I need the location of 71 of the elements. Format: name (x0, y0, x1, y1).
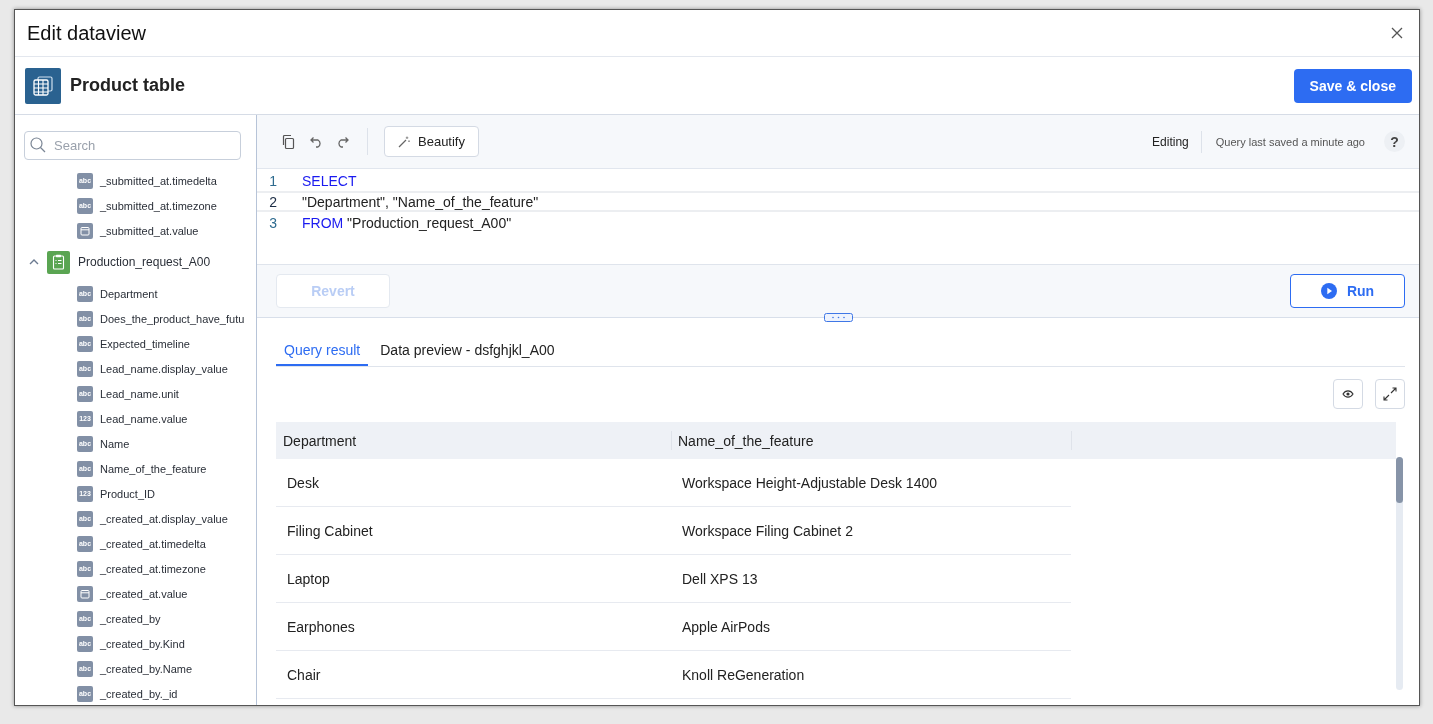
table-cell: Desk (276, 459, 671, 507)
line-number: 1 (268, 172, 278, 189)
table-cell: Chair (276, 650, 671, 699)
line-number: 2 (268, 193, 278, 210)
table-cell: Apple AirPods (671, 602, 1071, 651)
field-label: Lead_name.display_value (100, 362, 228, 375)
field-label: _created_by (100, 612, 161, 625)
save-close-button[interactable]: Save & close (1293, 68, 1412, 103)
editing-status: Editing (1152, 130, 1202, 153)
beautify-button[interactable]: Beautify (384, 126, 479, 157)
table-cell: Dell XPS 13 (671, 554, 1071, 603)
expand-icon (1383, 387, 1397, 401)
table-cell: Workspace Filing Cabinet 2 (671, 506, 1071, 555)
expand-button[interactable] (1375, 379, 1405, 409)
table-cell: Filing Cabinet (276, 506, 671, 555)
field-label: _created_by._id (100, 687, 178, 700)
resize-handle[interactable] (824, 313, 853, 322)
help-button[interactable]: ? (1384, 131, 1405, 152)
search-icon (30, 137, 46, 153)
copy-icon (281, 133, 297, 150)
run-button[interactable]: Run (1290, 274, 1405, 308)
field-label: _submitted_at.timezone (100, 199, 217, 212)
table-icon (25, 67, 61, 104)
scrollbar[interactable] (1396, 457, 1403, 690)
line-number: 3 (268, 214, 278, 231)
field-label: Product_ID (100, 487, 156, 500)
search-field[interactable]: Search (24, 131, 241, 160)
wand-icon (398, 135, 410, 148)
copy-button[interactable] (281, 133, 297, 150)
column-header[interactable]: Department (276, 422, 671, 459)
table-cell: Workspace Height-Adjustable Desk 1400 (671, 459, 1071, 507)
field-label: _created_at.timedelta (100, 537, 206, 550)
eye-icon (1342, 389, 1354, 399)
code-line: FROM "Production_request_A00" (302, 214, 512, 231)
field-item[interactable]: _created_at.value (24, 581, 256, 606)
table-cell: Earphones (276, 602, 671, 651)
calendar-icon (77, 222, 93, 239)
close-button[interactable] (1391, 27, 1403, 39)
field-label: Name_of_the_feature (100, 462, 207, 475)
field-label: _submitted_at.value (100, 224, 199, 237)
field-label: Department (100, 287, 158, 300)
field-item[interactable]: _submitted_at.value (24, 218, 256, 243)
result-tab[interactable]: Query result (276, 335, 369, 366)
table-cell: Laptop (276, 554, 671, 603)
result-tab[interactable]: Data preview - dsfghjkl_A00 (372, 335, 563, 366)
field-label: Does_the_product_have_futu (100, 312, 245, 325)
field-label: _submitted_at.timedelta (100, 174, 217, 187)
visibility-button[interactable] (1333, 379, 1363, 409)
play-icon (1320, 283, 1337, 299)
field-label: Expected_timeline (100, 337, 190, 350)
field-label: Name (100, 437, 130, 450)
field-label: _created_by.Kind (100, 637, 185, 650)
dataview-title: Product table (70, 75, 186, 96)
code-line: SELECT (302, 172, 357, 189)
field-label: _created_by.Name (100, 662, 193, 675)
close-icon (1391, 27, 1403, 39)
code-line: "Department", "Name_of_the_feature" (302, 193, 539, 210)
column-header[interactable]: Name_of_the_feature (671, 422, 1071, 459)
field-label: _created_at.value (100, 587, 188, 600)
dialog-title: Edit dataview (27, 21, 146, 45)
field-label: _created_at.display_value (100, 512, 228, 525)
calendar-icon (77, 585, 93, 602)
table-name[interactable]: Production_request_A00 (78, 255, 211, 269)
save-status: Query last saved a minute ago (1215, 135, 1365, 148)
chevron-icon[interactable] (29, 257, 39, 267)
field-label: Lead_name.unit (100, 387, 179, 400)
code-editor[interactable]: 1 SELECT 2 "Department", "Name_of_the_feature" 3 FROM "Production_request_A00" (257, 169, 1419, 264)
field-label: Lead_name.value (100, 412, 188, 425)
field-label: _created_at.timezone (100, 562, 206, 575)
table-cell: Knoll ReGeneration (671, 650, 1071, 699)
clipboard-icon (47, 250, 70, 274)
